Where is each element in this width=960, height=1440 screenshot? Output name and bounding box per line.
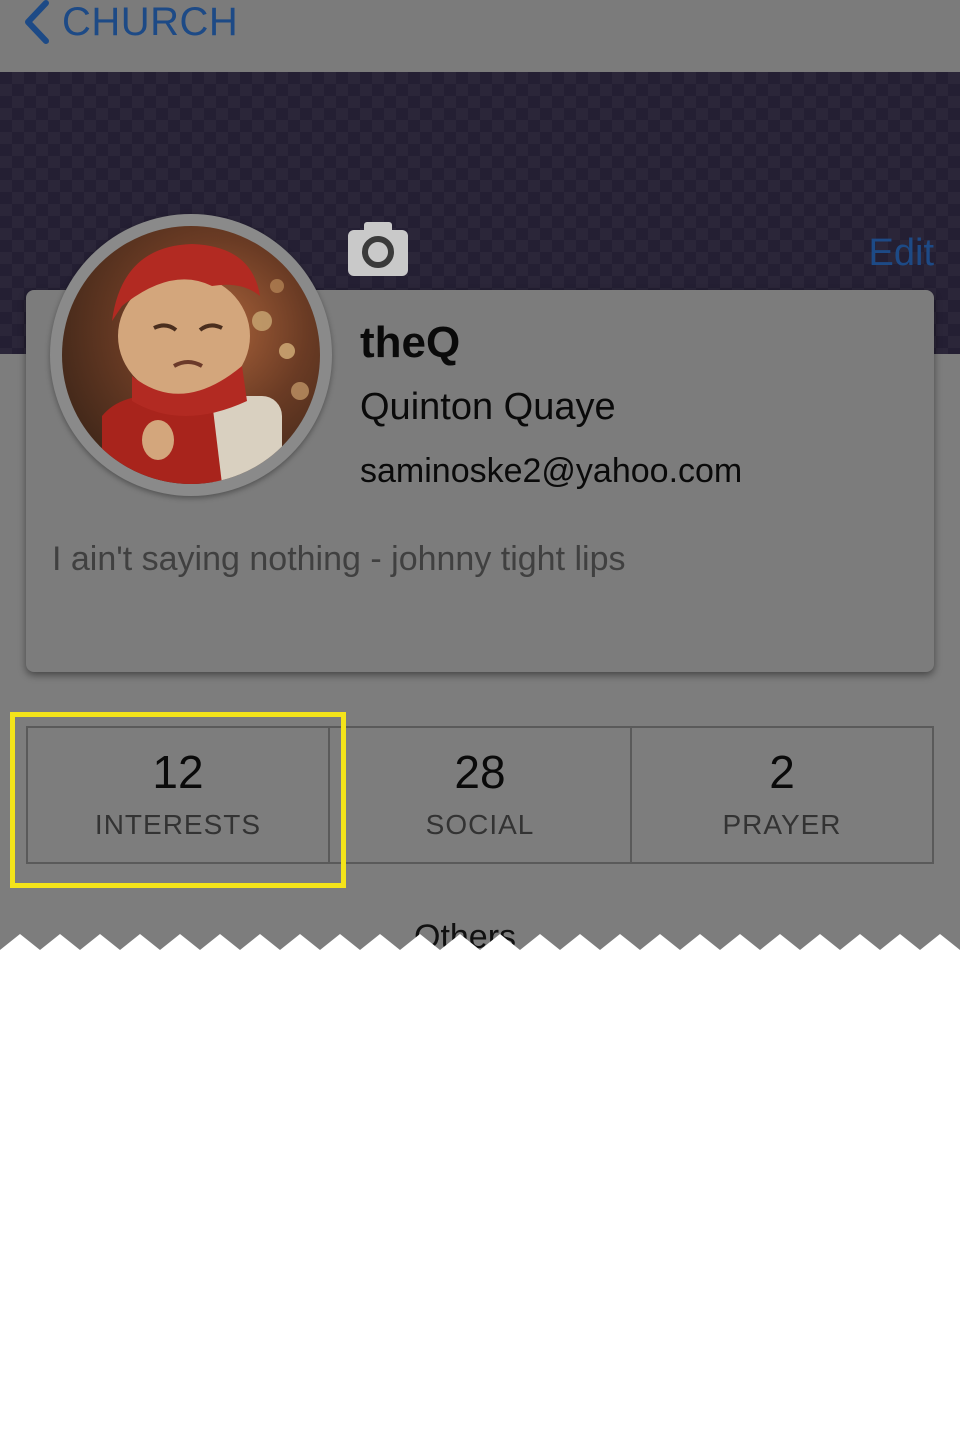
stat-label: INTERESTS	[94, 809, 262, 840]
stat-label: PRAYER	[722, 809, 842, 840]
bio-text: I ain't saying nothing - johnny tight li…	[52, 540, 626, 578]
edit-profile-button[interactable]: Edit	[869, 232, 934, 275]
stat-value: 12	[152, 746, 204, 798]
camera-icon	[348, 222, 408, 276]
stats-bar: 12 INTERESTS 28 SOCIAL 2 PRAYER	[26, 726, 934, 864]
profile-screen: CHURCH Edit theQ Quinton Quaye saminoske…	[0, 0, 960, 960]
torn-edge	[0, 934, 960, 968]
avatar-photo	[62, 226, 320, 484]
email-address: saminoske2@yahoo.com	[360, 452, 743, 490]
back-button[interactable]: CHURCH	[20, 0, 238, 52]
stat-social[interactable]: 28 SOCIAL	[330, 726, 632, 864]
back-label: CHURCH	[62, 0, 239, 44]
stat-value: 28	[454, 746, 506, 798]
chevron-left-icon	[25, 0, 49, 44]
stat-prayer[interactable]: 2 PRAYER	[632, 726, 934, 864]
navigation-bar: CHURCH	[0, 0, 960, 72]
avatar[interactable]	[50, 214, 332, 496]
change-photo-button[interactable]	[346, 220, 410, 278]
stat-value: 2	[769, 746, 795, 798]
full-name: Quinton Quaye	[360, 386, 616, 428]
stat-label: SOCIAL	[425, 809, 535, 840]
stat-interests[interactable]: 12 INTERESTS	[26, 726, 330, 864]
username: theQ	[360, 318, 461, 367]
